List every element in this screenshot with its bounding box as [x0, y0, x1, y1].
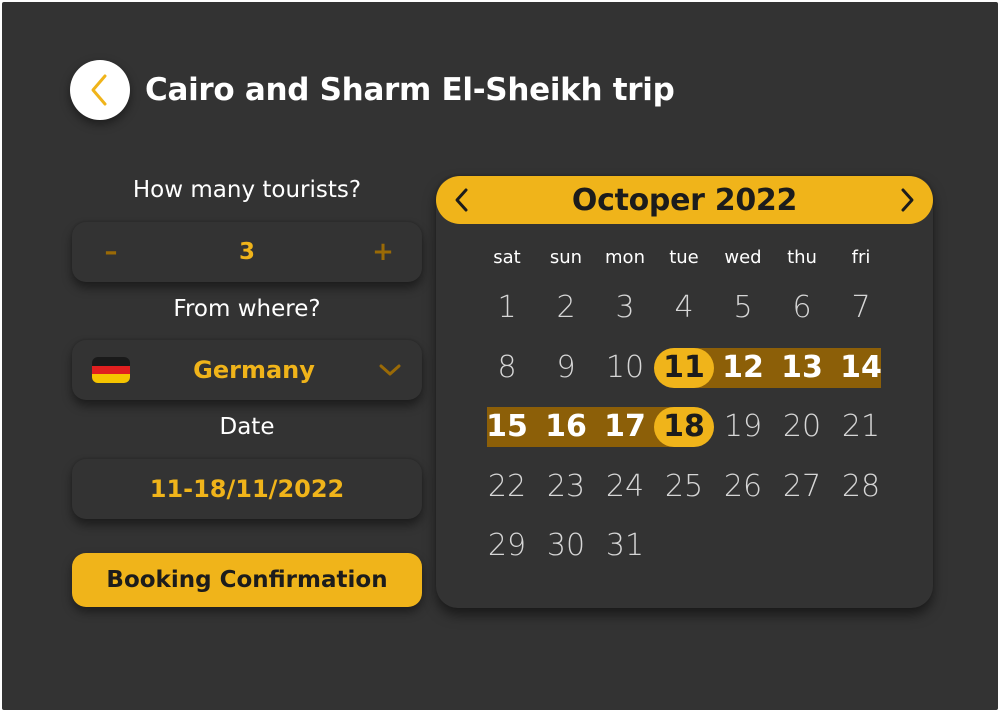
country-value: Germany [193, 356, 315, 384]
calendar-day[interactable]: 22 [477, 467, 537, 507]
calendar-day[interactable]: 3 [595, 288, 655, 328]
origin-label: From where? [173, 296, 321, 322]
date-value: 11-18/11/2022 [149, 475, 345, 503]
booking-confirmation-button[interactable]: Booking Confirmation [72, 553, 422, 607]
date-field[interactable]: 11-18/11/2022 [72, 459, 422, 519]
calendar-day[interactable]: 26 [713, 467, 773, 507]
calendar-day[interactable]: 2 [536, 288, 596, 328]
germany-flag-icon [92, 357, 130, 383]
calendar-day[interactable]: 27 [772, 467, 832, 507]
calendar-day[interactable]: 20 [772, 407, 832, 447]
calendar-day[interactable]: 29 [477, 526, 537, 566]
calendar-day[interactable]: 5 [713, 288, 773, 328]
chevron-right-icon [901, 188, 914, 212]
calendar-day[interactable]: 30 [536, 526, 596, 566]
calendar-day[interactable]: 14 [831, 348, 891, 388]
weekday-tue: tue [669, 247, 699, 268]
tourists-count: 3 [238, 239, 255, 265]
tourists-label: How many tourists? [132, 177, 362, 203]
chevron-down-icon [379, 364, 401, 376]
decrement-button[interactable]: – [98, 239, 124, 265]
calendar-month-label: Octoper 2022 [571, 182, 798, 218]
calendar-day[interactable]: 4 [654, 288, 714, 328]
calendar-day[interactable]: 31 [595, 526, 655, 566]
next-month-button[interactable] [891, 184, 923, 216]
calendar-day[interactable]: 9 [536, 348, 596, 388]
chevron-left-icon [91, 74, 107, 106]
calendar-day[interactable]: 16 [536, 407, 596, 447]
calendar-day[interactable]: 13 [772, 348, 832, 388]
calendar-day[interactable]: 25 [654, 467, 714, 507]
calendar-day[interactable]: 19 [713, 407, 773, 447]
tourists-stepper: – 3 + [72, 222, 422, 282]
weekday-sun: sun [549, 247, 583, 268]
page-title: Cairo and Sharm El-Sheikh trip [145, 72, 675, 108]
calendar-day[interactable]: 12 [713, 348, 773, 388]
calendar-day[interactable]: 6 [772, 288, 832, 328]
calendar-day[interactable]: 24 [595, 467, 655, 507]
booking-screen: Cairo and Sharm El-Sheikh trip How many … [2, 2, 998, 710]
calendar-day[interactable]: 28 [831, 467, 891, 507]
increment-button[interactable]: + [370, 239, 396, 265]
calendar-day[interactable]: 23 [536, 467, 596, 507]
back-button[interactable] [70, 60, 130, 120]
previous-month-button[interactable] [446, 184, 478, 216]
weekday-sat: sat [493, 247, 521, 268]
calendar-header: Octoper 2022 [436, 176, 933, 224]
weekday-fri: fri [851, 247, 871, 268]
calendar-day[interactable]: 18 [654, 407, 714, 447]
country-select[interactable]: Germany [72, 340, 422, 400]
chevron-left-icon [455, 188, 468, 212]
calendar-day[interactable]: 7 [831, 288, 891, 328]
calendar: Octoper 2022 sat sun mon tue wed thu fri 1 2 3 4 5 6… [436, 176, 933, 608]
calendar-day[interactable]: 11 [654, 347, 714, 388]
calendar-day[interactable]: 10 [595, 348, 655, 388]
calendar-day[interactable]: 17 [595, 407, 655, 447]
weekday-thu: thu [787, 247, 817, 268]
weekday-mon: mon [605, 247, 645, 268]
calendar-day[interactable]: 1 [477, 288, 537, 328]
date-label: Date [219, 414, 275, 440]
calendar-day[interactable]: 21 [831, 407, 891, 447]
calendar-day[interactable]: 8 [477, 348, 537, 388]
weekday-wed: wed [724, 247, 762, 268]
calendar-day[interactable]: 15 [477, 407, 537, 447]
